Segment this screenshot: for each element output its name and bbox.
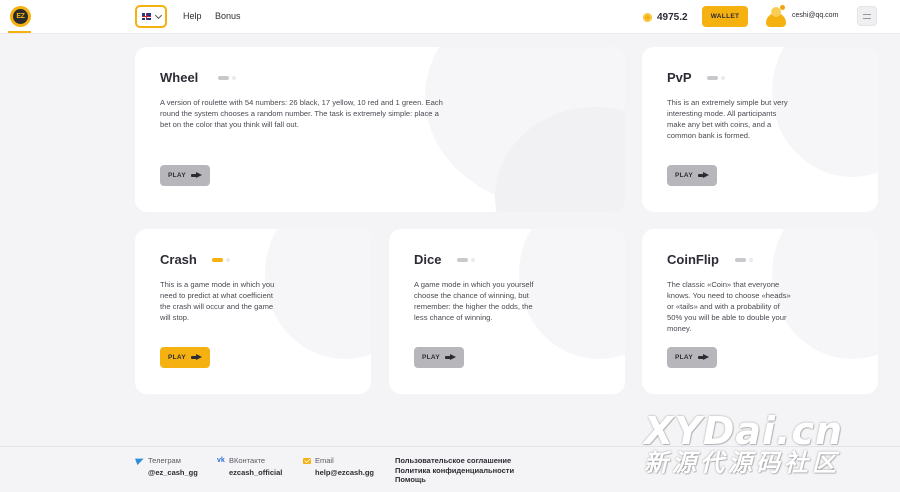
play-label: PLAY — [422, 354, 440, 361]
telegram-link[interactable]: @ez_cash_gg — [136, 468, 198, 477]
card-title: Dice — [414, 252, 442, 267]
balance-display: 4975.2 — [633, 5, 695, 29]
email-label: Email — [315, 456, 334, 465]
play-button-wheel[interactable]: PLAY — [160, 165, 210, 186]
card-title: Crash — [160, 252, 197, 267]
arrow-right-icon — [190, 354, 202, 361]
play-label: PLAY — [675, 172, 693, 179]
game-card-dice: Dice A game mode in which you yourself c… — [389, 229, 625, 394]
telegram-label: Телеграм — [148, 456, 181, 465]
game-card-pvp: PvP This is an extremely simple but very… — [642, 47, 878, 212]
card-title: Wheel — [160, 70, 199, 85]
privacy-link[interactable]: Политика конфиденциальности — [395, 466, 514, 476]
arrow-right-icon — [190, 172, 202, 179]
vk-icon: vk — [217, 457, 225, 464]
card-indicator — [735, 258, 753, 262]
coin-icon — [643, 12, 652, 22]
card-indicator — [707, 76, 725, 80]
avatar[interactable] — [766, 5, 786, 27]
footer-links: Пользовательское соглашение Политика кон… — [395, 456, 514, 485]
telegram-icon — [136, 457, 144, 464]
card-indicator — [218, 76, 236, 80]
play-button-pvp[interactable]: PLAY — [667, 165, 717, 186]
game-card-crash: Crash This is a game mode in which you n… — [135, 229, 371, 394]
arrow-right-icon — [697, 172, 709, 179]
user-email[interactable]: ceshi@qq.com — [792, 12, 838, 19]
card-description: A version of roulette with 54 numbers: 2… — [160, 98, 443, 129]
game-card-wheel: Wheel A version of roulette with 54 numb… — [135, 47, 625, 212]
card-title: CoinFlip — [667, 252, 719, 267]
arrow-right-icon — [697, 354, 709, 361]
arrow-right-icon — [444, 354, 456, 361]
active-indicator — [8, 31, 31, 33]
terms-link[interactable]: Пользовательское соглашение — [395, 456, 514, 466]
nav-help[interactable]: Help — [183, 11, 202, 21]
card-description: This is a game mode in which you need to… — [160, 280, 275, 322]
play-label: PLAY — [168, 354, 186, 361]
play-button-dice[interactable]: PLAY — [414, 347, 464, 368]
play-label: PLAY — [675, 354, 693, 361]
game-card-coinflip: CoinFlip The classic «Coin» that everyon… — [642, 229, 878, 394]
play-label: PLAY — [168, 172, 186, 179]
nav-bonus[interactable]: Bonus — [215, 11, 241, 21]
footer-vk: vk ВКонтакте ezcash_official — [217, 456, 282, 477]
logo-text: EZ — [13, 9, 28, 24]
chevron-down-icon — [154, 11, 162, 19]
logo[interactable]: EZ — [10, 6, 31, 27]
menu-icon[interactable] — [857, 6, 877, 26]
mail-icon — [303, 457, 311, 464]
card-description: The classic «Coin» that everyone knows. … — [667, 280, 791, 333]
vk-label: ВКонтакте — [229, 456, 266, 465]
balance-value: 4975.2 — [657, 11, 688, 23]
card-indicator — [457, 258, 475, 262]
help-link[interactable]: Помощь — [395, 475, 514, 485]
card-description: This is an extremely simple but very int… — [667, 98, 788, 140]
footer-email: Email help@ezcash.gg — [303, 456, 374, 477]
footer-telegram: Телеграм @ez_cash_gg — [136, 456, 198, 477]
vk-link[interactable]: ezcash_official — [217, 468, 282, 477]
top-bar: EZ Help Bonus 4975.2 WALLET ceshi@qq.com — [0, 0, 900, 34]
wallet-button[interactable]: WALLET — [702, 6, 748, 27]
play-button-crash[interactable]: PLAY — [160, 347, 210, 368]
card-indicator — [212, 258, 230, 262]
uk-flag-icon — [141, 13, 151, 20]
card-title: PvP — [667, 70, 692, 85]
footer: Телеграм @ez_cash_gg vk ВКонтакте ezcash_… — [0, 446, 900, 492]
card-description: A game mode in which you yourself choose… — [414, 280, 534, 322]
play-button-coinflip[interactable]: PLAY — [667, 347, 717, 368]
language-selector[interactable] — [135, 5, 167, 28]
email-link[interactable]: help@ezcash.gg — [303, 468, 374, 477]
